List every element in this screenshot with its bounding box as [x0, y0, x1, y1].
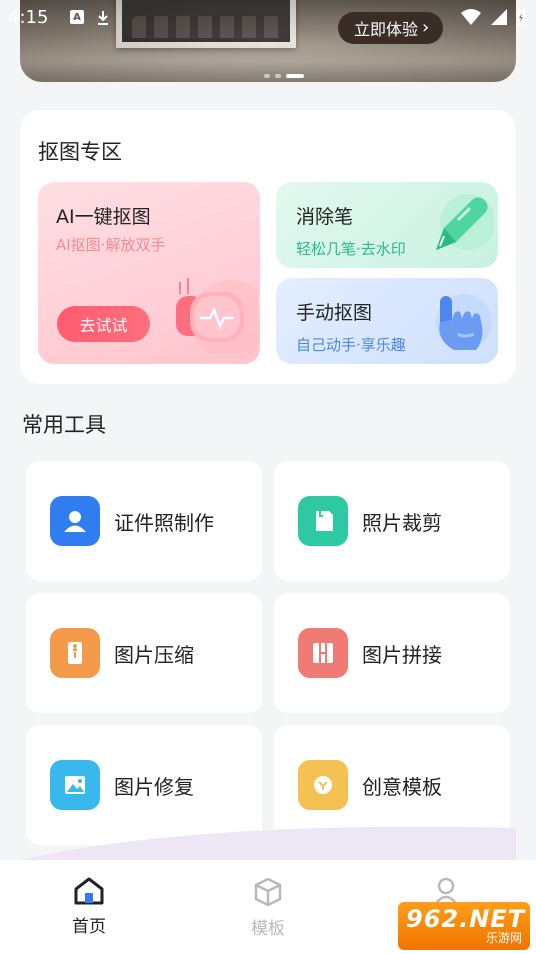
manual-cutout-card[interactable]: 手动抠图 自己动手·享乐趣 [276, 278, 498, 364]
ai-cutout-subtitle: AI抠图·解放双手 [56, 236, 166, 254]
nav-item-templates[interactable]: 模板 [223, 876, 313, 939]
nav-label-home: 首页 [72, 917, 106, 937]
cutout-section-title: 抠图专区 [38, 140, 122, 164]
eraser-card[interactable]: 消除笔 轻松几笔·去水印 [276, 182, 498, 268]
status-notification-icons: A [70, 10, 110, 26]
battery-icon [517, 10, 525, 25]
home-icon [74, 877, 104, 905]
ai-cutout-card[interactable]: AI一键抠图 AI抠图·解放双手 去试试 [38, 182, 260, 364]
tool-compress[interactable]: 图片压缩 [26, 593, 262, 713]
status-time: 4:15 [8, 7, 49, 28]
watermark-brand: 962.NET [406, 905, 526, 933]
tool-label: 图片拼接 [362, 642, 442, 667]
tool-label: 证件照制作 [114, 510, 214, 535]
status-bar: 4:15 A [0, 0, 536, 36]
nav-label-templates: 模板 [251, 919, 285, 939]
tools-section-title: 常用工具 [22, 413, 106, 437]
tool-label: 照片裁剪 [362, 510, 442, 535]
ai-cutout-try-button[interactable]: 去试试 [57, 306, 150, 342]
nav-item-home[interactable]: 首页 [44, 876, 134, 937]
crop-icon [298, 496, 348, 546]
id-photo-icon [50, 496, 100, 546]
eraser-subtitle: 轻松几笔·去水印 [296, 240, 406, 258]
tool-crop[interactable]: 照片裁剪 [274, 461, 510, 581]
status-system-icons [460, 8, 526, 26]
template-icon [298, 760, 348, 810]
collage-icon [298, 628, 348, 678]
watermark-sub: 乐游网 [485, 931, 522, 945]
tool-label: 图片修复 [114, 774, 194, 799]
compress-icon [50, 628, 100, 678]
pen-icon [436, 194, 494, 250]
cube-icon [254, 877, 282, 907]
pagination-dot [264, 74, 270, 78]
download-icon [98, 11, 108, 25]
cutout-section: 抠图专区 AI一键抠图 AI抠图·解放双手 去试试 消除笔 轻松几笔·去水印 手… [20, 110, 516, 384]
tool-label: 创意模板 [362, 774, 442, 799]
pagination-dot-active [286, 74, 304, 78]
tool-label: 图片压缩 [114, 642, 194, 667]
manual-cutout-subtitle: 自己动手·享乐趣 [296, 336, 406, 354]
tool-id-photo[interactable]: 证件照制作 [26, 461, 262, 581]
manual-cutout-title: 手动抠图 [296, 302, 373, 324]
site-watermark: 962.NET 乐游网 [398, 902, 530, 950]
eraser-title: 消除笔 [296, 206, 354, 228]
decorative-wave [20, 826, 516, 860]
banner-pagination [264, 74, 304, 78]
ai-cutout-title: AI一键抠图 [56, 206, 151, 228]
notification-a-icon: A [70, 10, 84, 24]
ai-chip-icon [176, 278, 258, 354]
hand-pointer-icon [436, 294, 492, 350]
wifi-icon [461, 9, 481, 25]
tool-collage[interactable]: 图片拼接 [274, 593, 510, 713]
pagination-dot [275, 74, 281, 78]
signal-icon [491, 9, 507, 25]
repair-icon [50, 760, 100, 810]
